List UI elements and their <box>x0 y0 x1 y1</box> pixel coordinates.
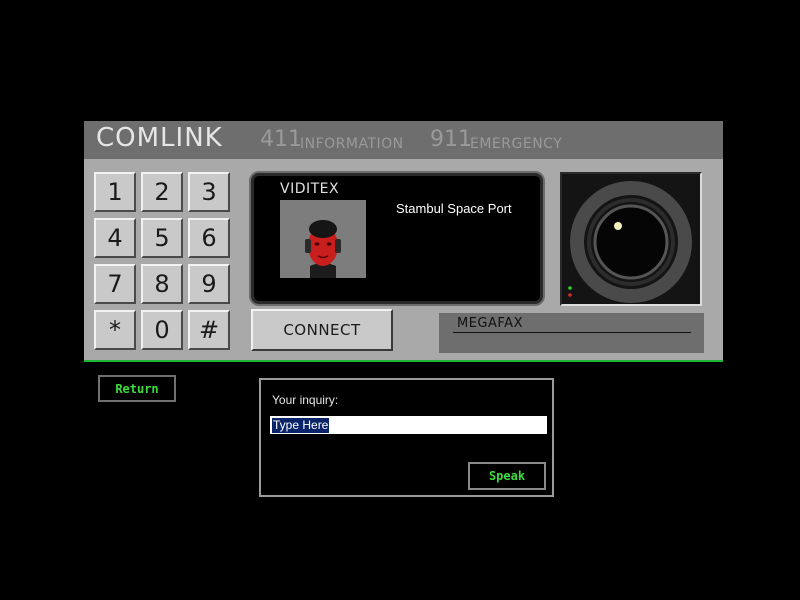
caller-portrait <box>280 200 366 278</box>
comlink-title: COMLINK <box>96 123 223 153</box>
mag-dial[interactable] <box>562 174 700 304</box>
emergency-number[interactable]: 911 <box>430 127 472 152</box>
status-led-red-icon <box>568 293 572 297</box>
key-3[interactable]: 3 <box>188 172 230 212</box>
emergency-label[interactable]: EMERGENCY <box>470 136 562 152</box>
comlink-panel: COMLINK 411 INFORMATION 911 EMERGENCY 1 … <box>84 121 723 362</box>
key-0[interactable]: 0 <box>141 310 183 350</box>
key-7[interactable]: 7 <box>94 264 136 304</box>
key-2[interactable]: 2 <box>141 172 183 212</box>
key-star[interactable]: * <box>94 310 136 350</box>
viditex-screen: VIDITEX Stambul Space Port <box>251 173 543 304</box>
megafax-slot: MEGAFAX <box>439 313 704 353</box>
return-button[interactable]: Return <box>98 375 176 402</box>
viditex-label: VIDITEX <box>280 181 340 197</box>
key-8[interactable]: 8 <box>141 264 183 304</box>
speak-button[interactable]: Speak <box>468 462 546 490</box>
key-6[interactable]: 6 <box>188 218 230 258</box>
key-1[interactable]: 1 <box>94 172 136 212</box>
megafax-label: MEGAFAX <box>457 316 523 331</box>
mag-indicator-icon <box>614 222 622 230</box>
mag-dial-panel: MAG <box>560 172 702 306</box>
comlink-header: COMLINK 411 INFORMATION 911 EMERGENCY <box>84 121 723 159</box>
key-5[interactable]: 5 <box>141 218 183 258</box>
status-led-green-icon <box>568 286 572 290</box>
key-9[interactable]: 9 <box>188 264 230 304</box>
info-number[interactable]: 411 <box>260 127 302 152</box>
caller-location: Stambul Space Port <box>396 201 512 216</box>
inquiry-input-value[interactable]: Type Here <box>272 418 330 433</box>
caller-face-icon <box>280 200 366 278</box>
megafax-divider <box>453 332 691 333</box>
inquiry-dialog: Your inquiry: Type Here Speak <box>259 378 554 497</box>
key-4[interactable]: 4 <box>94 218 136 258</box>
inquiry-label: Your inquiry: <box>272 393 339 407</box>
comlink-screen: COMLINK 411 INFORMATION 911 EMERGENCY 1 … <box>0 0 800 600</box>
info-label[interactable]: INFORMATION <box>300 136 404 152</box>
key-hash[interactable]: # <box>188 310 230 350</box>
connect-button[interactable]: CONNECT <box>251 309 393 351</box>
